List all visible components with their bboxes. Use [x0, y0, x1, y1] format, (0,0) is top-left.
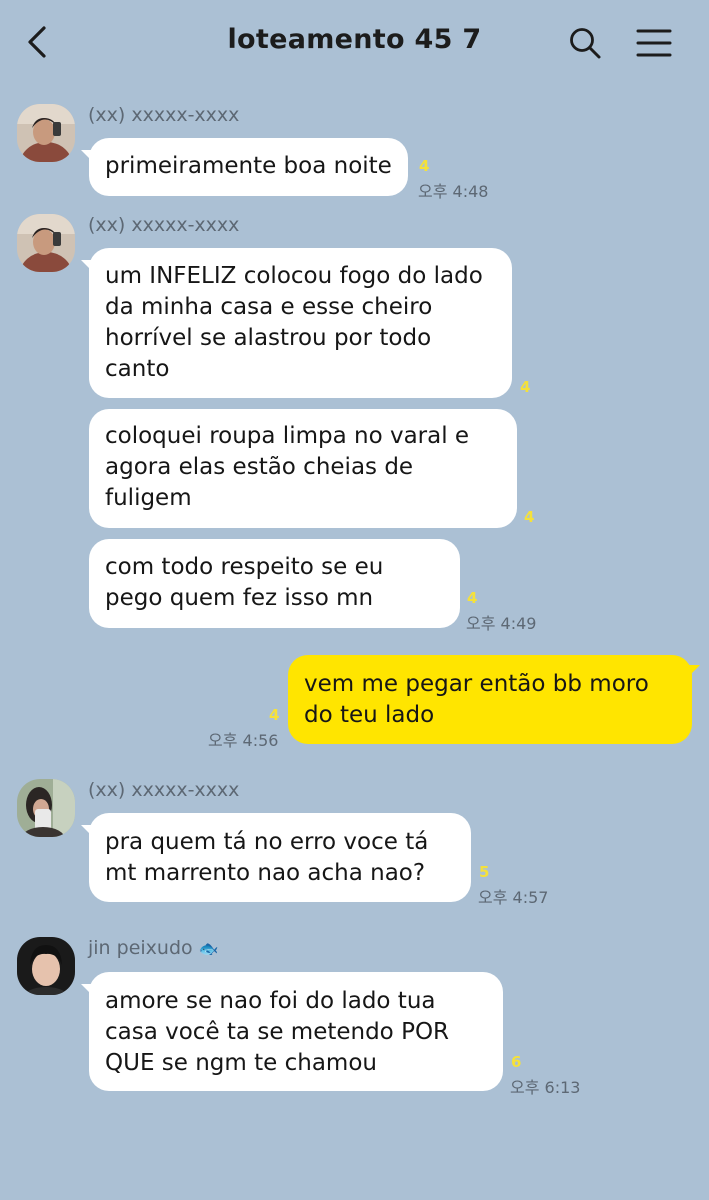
my-message-bubble[interactable]: vem me pegar então bb moro do teu lado	[288, 655, 700, 744]
chat-title: loteamento 45 7	[227, 24, 482, 55]
unread-count: 4	[467, 589, 478, 607]
message-text: vem me pegar então bb moro do teu lado	[304, 671, 649, 728]
sender-name: jin peixudo 🐟	[88, 937, 219, 959]
avatar[interactable]	[17, 214, 75, 272]
message-text: amore se nao foi do lado tua casa você t…	[105, 988, 450, 1076]
message-bubble[interactable]: com todo respeito se eu pego quem fez is…	[89, 539, 460, 628]
unread-count: 4	[520, 378, 531, 396]
message-bubble[interactable]: amore se nao foi do lado tua casa você t…	[81, 972, 503, 1091]
message-time: 오후 6:13	[510, 1078, 581, 1097]
avatar[interactable]	[17, 779, 75, 837]
message-bubble[interactable]: primeiramente boa noite	[81, 138, 408, 196]
message-bubble[interactable]: coloquei roupa limpa no varal e agora el…	[89, 409, 517, 528]
message-bubble[interactable]: um INFELIZ colocou fogo do lado da minha…	[81, 248, 512, 398]
message-text: primeiramente boa noite	[105, 153, 392, 179]
chat-header: loteamento 45 7	[0, 0, 709, 86]
menu-icon[interactable]	[636, 28, 672, 58]
sender-name-text: jin peixudo	[88, 937, 193, 959]
unread-count: 6	[511, 1053, 522, 1071]
sender-name: (xx) xxxxx-xxxx	[88, 104, 240, 126]
message-text: com todo respeito se eu pego quem fez is…	[105, 554, 384, 611]
unread-count: 4	[524, 508, 535, 526]
avatar[interactable]	[17, 104, 75, 162]
message-time: 오후 4:49	[466, 614, 537, 633]
message-text: pra quem tá no erro voce tá mt marrento …	[105, 829, 429, 886]
message-text: um INFELIZ colocou fogo do lado da minha…	[105, 263, 483, 382]
message-bubble[interactable]: pra quem tá no erro voce tá mt marrento …	[81, 813, 471, 902]
unread-count: 4	[269, 706, 280, 724]
unread-count: 4	[419, 157, 430, 175]
search-icon[interactable]	[568, 26, 602, 60]
sender-name: (xx) xxxxx-xxxx	[88, 214, 240, 236]
unread-count: 5	[479, 863, 490, 881]
message-text: coloquei roupa limpa no varal e agora el…	[105, 423, 470, 511]
message-time: 오후 4:56	[208, 731, 279, 750]
message-time: 오후 4:48	[418, 182, 489, 201]
message-time: 오후 4:57	[478, 888, 549, 907]
sender-name: (xx) xxxxx-xxxx	[88, 779, 240, 801]
fish-emoji-icon: 🐟	[198, 939, 219, 958]
avatar[interactable]	[17, 937, 75, 995]
